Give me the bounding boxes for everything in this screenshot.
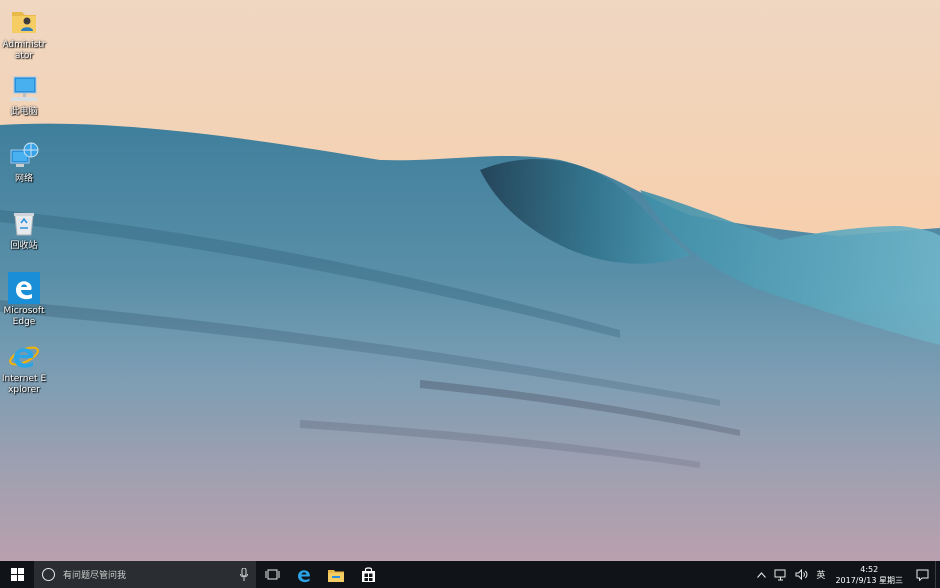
desktop-icon-label: Internet Explorer xyxy=(1,374,47,395)
system-tray: 英 4:52 2017/9/13 星期三 xyxy=(753,561,940,588)
desktop-icon-edge[interactable]: Microsoft Edge xyxy=(2,272,46,328)
user-folder-icon xyxy=(12,12,36,33)
clock-date: 2017/9/13 星期三 xyxy=(835,575,903,585)
computer-icon xyxy=(10,76,38,101)
notification-icon xyxy=(916,569,928,581)
chevron-up-icon xyxy=(757,571,767,578)
taskbar-edge-button[interactable] xyxy=(288,561,320,588)
cortana-search-box[interactable]: 有问题尽管问我 xyxy=(34,561,256,588)
wired-network-icon xyxy=(774,569,786,580)
desktop-icon-administrator[interactable]: Administrator xyxy=(2,6,46,62)
speaker-icon xyxy=(795,569,808,580)
input-method-indicator[interactable]: 英 xyxy=(812,561,829,588)
desktop-icon-label: Administrator xyxy=(2,40,46,61)
taskbar-store-button[interactable] xyxy=(352,561,384,588)
windows-logo-icon xyxy=(10,568,24,581)
internet-explorer-icon xyxy=(9,346,39,368)
network-status-button[interactable] xyxy=(770,561,791,588)
recycle-bin-icon xyxy=(14,213,34,236)
task-view-button[interactable] xyxy=(256,561,288,588)
desktop-icon-this-pc[interactable]: 此电脑 xyxy=(2,73,46,118)
desktop-wallpaper xyxy=(0,0,940,561)
desktop-icon-network[interactable]: 网络 xyxy=(2,140,46,185)
show-desktop-button[interactable] xyxy=(935,561,940,588)
taskbar: 有问题尽管问我 英 4:52 2017/9/13 星期三 xyxy=(0,561,940,588)
taskbar-file-explorer-button[interactable] xyxy=(320,561,352,588)
file-explorer-icon xyxy=(328,569,344,582)
microphone-icon[interactable] xyxy=(240,568,248,581)
action-center-button[interactable] xyxy=(909,561,935,588)
desktop-icon-label: 回收站 xyxy=(10,241,38,251)
edge-icon xyxy=(8,272,40,304)
desktop-icon-internet-explorer[interactable]: Internet Explorer xyxy=(2,340,46,396)
clock-button[interactable]: 4:52 2017/9/13 星期三 xyxy=(829,564,909,586)
clock-time: 4:52 xyxy=(860,564,879,574)
network-icon xyxy=(10,142,39,167)
ime-label: 英 xyxy=(816,571,826,581)
start-button[interactable] xyxy=(0,561,34,588)
edge-icon xyxy=(298,569,310,582)
desktop-icon-label: 网络 xyxy=(14,174,33,184)
search-placeholder: 有问题尽管问我 xyxy=(63,571,127,581)
desktop-icon-label: 此电脑 xyxy=(10,107,38,117)
desktop-icon-recycle-bin[interactable]: 回收站 xyxy=(2,207,46,252)
cortana-circle-icon xyxy=(42,568,55,581)
volume-button[interactable] xyxy=(791,561,812,588)
desktop-icon-label: Microsoft Edge xyxy=(3,306,45,327)
wave-image xyxy=(0,0,940,561)
show-hidden-icons-button[interactable] xyxy=(753,561,770,588)
task-view-icon xyxy=(265,569,279,580)
store-icon xyxy=(361,567,375,582)
